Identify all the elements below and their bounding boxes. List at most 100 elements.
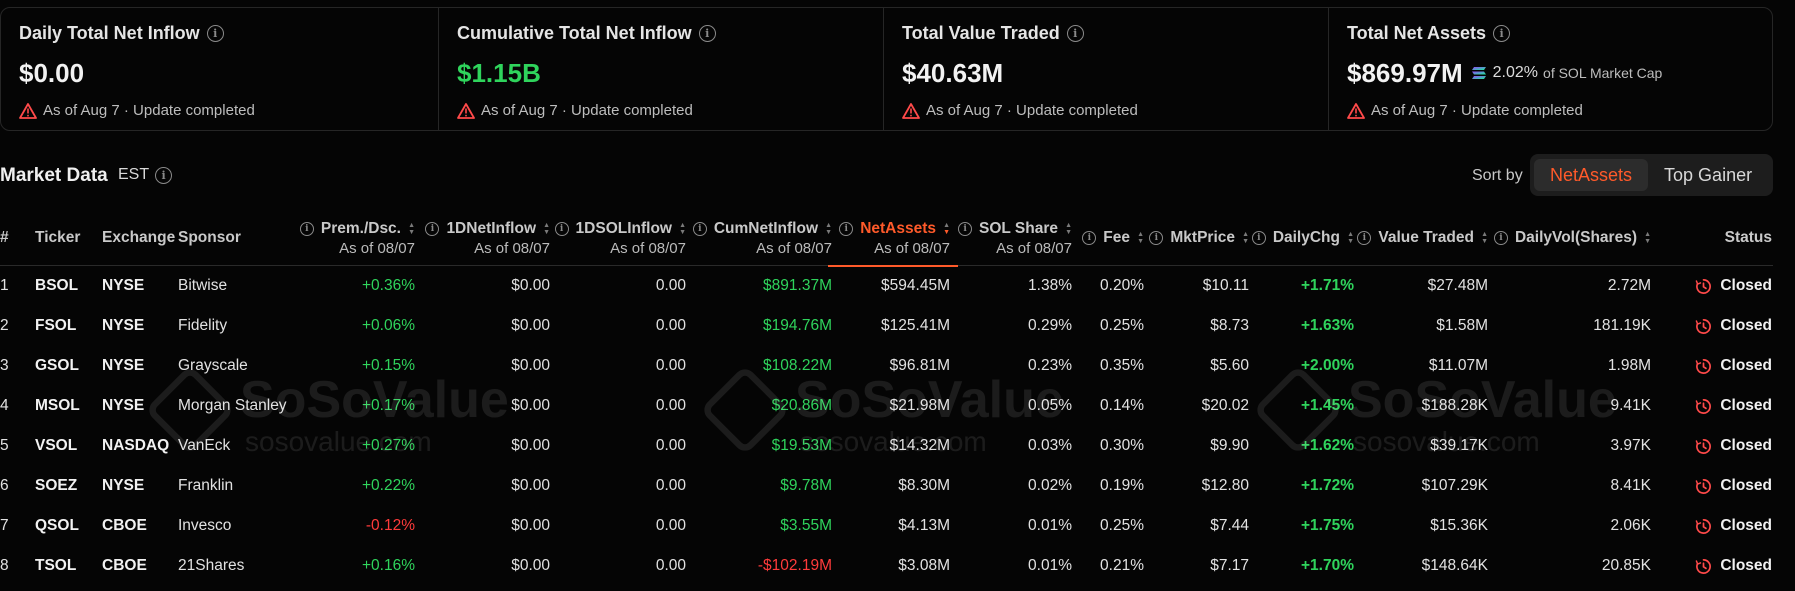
sort-arrows-icon[interactable]: ▲ ▼ [824,222,832,236]
cell-ticker[interactable]: BSOL [35,266,95,306]
cell-ticker[interactable]: QSOL [35,506,95,546]
table-row[interactable]: 3 GSOL NYSE Grayscale +0.15% $0.00 0.00 $108.22… [0,346,1773,386]
cell-net1d: $0.00 [511,317,550,334]
etf-table: # Ticker Exchange Sponsor i Prem./Dsc. ▲ ▼ As of… [0,210,1773,586]
column-header-vol[interactable]: i DailyVol(Shares) ▲ ▼ [1493,210,1651,266]
cell-price: $7.44 [1210,517,1249,534]
info-icon[interactable]: i [1251,231,1266,245]
cell-ticker[interactable]: GSOL [35,346,95,386]
sort-arrows-icon[interactable]: ▲ ▼ [407,222,415,236]
table-row[interactable]: 1 BSOL NYSE Bitwise +0.36% $0.00 0.00 $891.37M $… [0,266,1773,306]
cell-traded: $27.48M [1427,277,1488,294]
info-icon[interactable]: i [425,221,440,236]
sort-arrows-icon[interactable]: ▲ ▼ [678,222,686,236]
table-row[interactable]: 6 SOEZ NYSE Franklin +0.22% $0.00 0.00 $9.78M $8… [0,466,1773,506]
cell-net1d: $0.00 [511,397,550,414]
table-row[interactable]: 4 MSOL NYSE Morgan Stanley +0.17% $0.00 0.00 $2… [0,386,1773,426]
cell-idx: 1 [0,277,9,294]
sort-arrows-icon[interactable]: ▲ ▼ [942,222,950,236]
info-icon[interactable]: i [1066,24,1084,42]
cell-cum: $194.76M [763,317,832,334]
cell-price: $9.90 [1210,437,1249,454]
cell-assets: $14.32M [889,437,950,454]
sort-arrows-icon[interactable]: ▲ ▼ [1136,231,1144,245]
cell-cum: $108.22M [763,357,832,374]
column-header-share[interactable]: i SOL Share ▲ ▼ As of 08/07 [958,210,1072,266]
info-icon[interactable]: i [1493,231,1508,245]
clock-icon [1695,478,1712,494]
cell-ticker[interactable]: VSOL [35,426,95,466]
sort-option-top-gainer[interactable]: Top Gainer [1648,159,1768,191]
info-icon[interactable]: i [1149,231,1164,245]
cell-exchange: CBOE [102,517,147,534]
cell-fee: 0.30% [1100,437,1144,454]
cell-ticker[interactable]: SOEZ [35,466,95,506]
sort-arrows-icon[interactable]: ▲ ▼ [1346,231,1354,245]
cell-ticker[interactable]: MSOL [35,386,95,426]
table-row[interactable]: 2 FSOL NYSE Fidelity +0.06% $0.00 0.00 $194.76M… [0,306,1773,346]
info-icon[interactable]: i [692,221,707,236]
card-status: As of Aug 7 · Update completed [457,102,865,119]
cell-idx: 5 [0,437,9,454]
cell-fee: 0.19% [1100,477,1144,494]
sort-arrows-icon[interactable]: ▲ ▼ [1480,231,1488,245]
sort-arrows-icon[interactable]: ▲ ▼ [542,222,550,236]
info-icon[interactable]: i [1493,24,1511,42]
column-header-traded[interactable]: i Value Traded ▲ ▼ [1357,210,1488,266]
info-icon[interactable]: i [1357,231,1372,245]
cell-prem: +0.06% [361,317,415,334]
cell-chg: +1.70% [1300,557,1354,574]
sort-arrows-icon[interactable]: ▲ ▼ [1064,222,1072,236]
cell-net1d: $0.00 [511,477,550,494]
cell-status: Closed [1660,426,1772,466]
column-header-net1d[interactable]: i 1DNetInflow ▲ ▼ As of 08/07 [425,210,550,266]
cell-ticker[interactable]: TSOL [35,546,95,586]
info-icon[interactable]: i [698,24,716,42]
column-header-fee[interactable]: i Fee ▲ ▼ [1082,210,1144,266]
cell-price: $20.02 [1201,397,1249,414]
cell-sponsor: 21Shares [178,557,245,574]
card-total-value-traded: Total Value Traded i $40.63M As of Aug 7… [883,8,1328,130]
cell-status: Closed [1660,386,1772,426]
info-icon[interactable]: i [839,221,854,236]
table-row[interactable]: 5 VSOL NASDAQ VanEck +0.27% $0.00 0.00 $19.53M $… [0,426,1773,466]
cell-sol1d: 0.00 [655,557,686,574]
column-header-cum[interactable]: i CumNetInflow ▲ ▼ As of 08/07 [692,210,832,266]
info-icon[interactable]: i [299,221,314,236]
cell-exchange: NYSE [102,397,145,414]
sort-arrows-icon[interactable]: ▲ ▼ [1643,231,1651,245]
info-icon[interactable]: i [958,221,973,236]
cell-assets: $3.08M [898,557,950,574]
cell-price: $10.11 [1202,277,1249,294]
cell-sol1d: 0.00 [655,397,686,414]
column-header-price[interactable]: i MktPrice ▲ ▼ [1149,210,1249,266]
cell-vol: 1.98M [1607,357,1651,374]
sort-arrows-icon[interactable]: ▲ ▼ [1241,231,1249,245]
cell-sol1d: 0.00 [655,357,686,374]
info-icon[interactable]: i [155,166,173,184]
column-header-chg[interactable]: i DailyChg ▲ ▼ [1251,210,1354,266]
column-header-exchange: Exchange [102,229,176,246]
cell-ticker[interactable]: FSOL [35,306,95,346]
table-row[interactable]: 8 TSOL CBOE 21Shares +0.16% $0.00 0.00 -$102.19… [0,546,1773,586]
info-icon[interactable]: i [206,24,224,42]
card-value: $869.97M 2.02% of SOL Market Cap [1347,57,1663,88]
cell-idx: 7 [0,517,9,534]
cell-sponsor: Invesco [178,517,232,534]
cell-price: $7.17 [1210,557,1249,574]
sort-option-netassets[interactable]: NetAssets [1534,159,1649,191]
info-icon[interactable]: i [554,221,569,236]
cell-status: Closed [1660,266,1772,306]
card-value: $0.00 [19,57,85,88]
clock-icon [1695,518,1712,534]
cell-sol1d: 0.00 [655,477,686,494]
table-row[interactable]: 7 QSOL CBOE Invesco -0.12% $0.00 0.00 $3.55M $4.… [0,506,1773,546]
table-header: # Ticker Exchange Sponsor i Prem./Dsc. ▲ ▼ As of… [0,210,1773,267]
warning-icon [457,102,475,119]
info-icon[interactable]: i [1082,231,1097,245]
column-header-prem[interactable]: i Prem./Dsc. ▲ ▼ As of 08/07 [299,210,415,266]
column-header-sol1d[interactable]: i 1DSOLInflow ▲ ▼ As of 08/07 [554,210,686,266]
cell-fee: 0.20% [1100,277,1144,294]
column-header-assets[interactable]: i NetAssets ▲ ▼ As of 08/07 [828,210,958,267]
cell-exchange: NYSE [102,357,145,374]
